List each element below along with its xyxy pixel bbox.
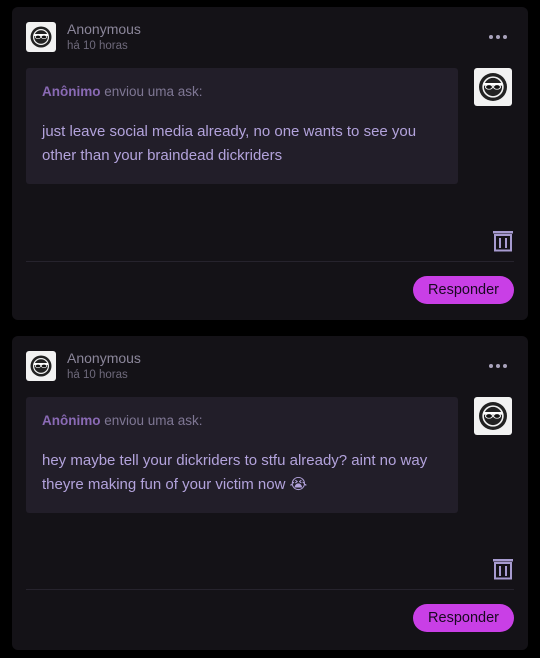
ask-header-suffix: enviou uma ask: <box>100 413 203 428</box>
avatar[interactable] <box>26 351 56 381</box>
sunglasses-face-icon <box>479 402 507 430</box>
divider <box>26 261 514 262</box>
author-name[interactable]: Anonymous <box>67 350 141 366</box>
trash-icon[interactable] <box>492 556 514 580</box>
ask-message: hey maybe tell your dickriders to stfu a… <box>42 452 428 493</box>
ask-header: Anônimo enviou uma ask: <box>42 84 203 99</box>
avatar[interactable] <box>26 22 56 52</box>
sunglasses-face-icon <box>30 26 52 48</box>
ask-sender: Anônimo <box>42 84 101 99</box>
more-options-icon[interactable] <box>488 356 508 376</box>
ask-box: Anônimo enviou uma ask: hey maybe tell y… <box>26 397 458 513</box>
reply-button[interactable]: Responder <box>413 276 514 304</box>
ask-box: Anônimo enviou uma ask: just leave socia… <box>26 68 458 184</box>
ask-avatar[interactable] <box>474 68 512 106</box>
sunglasses-face-icon <box>30 355 52 377</box>
ask-header: Anônimo enviou uma ask: <box>42 413 203 428</box>
ask-avatar[interactable] <box>474 397 512 435</box>
post-time: há 10 horas <box>67 369 128 381</box>
more-options-icon[interactable] <box>488 27 508 47</box>
ask-header-suffix: enviou uma ask: <box>100 84 203 99</box>
ask-sender: Anônimo <box>42 413 101 428</box>
post-time: há 10 horas <box>67 40 128 52</box>
trash-icon[interactable] <box>492 228 514 252</box>
reply-button[interactable]: Responder <box>413 604 514 632</box>
ask-card: Anonymous há 10 horas Anônimo enviou uma… <box>12 7 528 320</box>
ask-message: just leave social media already, no one … <box>42 123 417 164</box>
author-name[interactable]: Anonymous <box>67 21 141 37</box>
divider <box>26 589 514 590</box>
ask-card: Anonymous há 10 horas Anônimo enviou uma… <box>12 336 528 650</box>
sunglasses-face-icon <box>479 73 507 101</box>
